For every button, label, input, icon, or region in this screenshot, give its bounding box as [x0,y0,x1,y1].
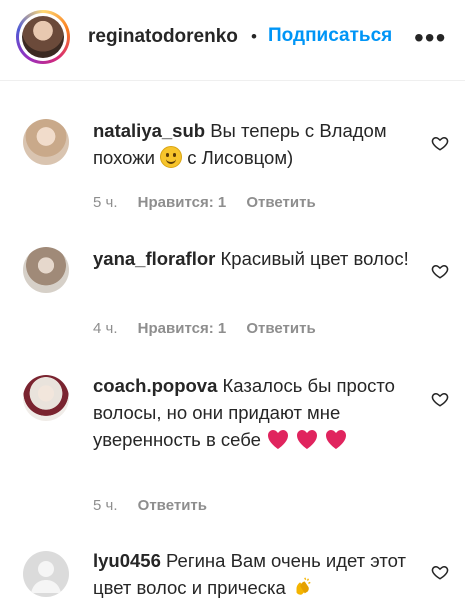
like-heart-icon[interactable] [431,563,449,581]
comment-username[interactable]: nataliya_sub [93,120,205,141]
follow-button[interactable]: Подписаться [268,25,392,47]
like-heart-icon[interactable] [431,390,449,408]
comment-username[interactable]: lyu0456 [93,550,161,571]
reply-button[interactable]: Ответить [246,194,315,211]
red-heart-icon [268,430,289,449]
comment-meta: 4 ч. Нравится: 1 Ответить [93,320,332,337]
default-user-icon [31,561,61,593]
profile-avatar[interactable] [16,10,70,64]
comment-text: Красивый цвет волос! [220,248,409,269]
commenter-avatar[interactable] [23,119,69,165]
likes-count[interactable]: Нравится: 1 [138,194,227,211]
red-heart-icon [326,430,347,449]
header-username[interactable]: reginatodorenko [88,26,238,48]
comment-meta: 5 ч. Ответить [93,497,223,514]
likes-count[interactable]: Нравится: 1 [138,320,227,337]
comment-time: 4 ч. [93,320,118,337]
post-header: reginatodorenko • Подписаться ••• [0,0,465,81]
comment-username[interactable]: yana_floraflor [93,248,215,269]
like-heart-icon[interactable] [431,134,449,152]
comment-meta: 5 ч. Нравится: 1 Ответить [93,194,332,211]
more-options-icon[interactable]: ••• [414,22,446,54]
red-heart-icon [297,430,318,449]
commenter-avatar[interactable] [23,247,69,293]
clapping-hands-icon [296,577,311,595]
commenter-avatar-placeholder[interactable] [23,551,69,597]
commenter-avatar[interactable] [23,375,69,421]
reply-button[interactable]: Ответить [246,320,315,337]
comment-username[interactable]: coach.popova [93,375,217,396]
like-heart-icon[interactable] [431,262,449,280]
comment-text-continued: с Лисовцом) [187,147,294,168]
comment-time: 5 ч. [93,194,118,211]
header-separator: • [251,27,257,46]
comment-time: 5 ч. [93,497,118,514]
reply-button[interactable]: Ответить [138,497,207,514]
smiling-face-icon [160,146,183,168]
